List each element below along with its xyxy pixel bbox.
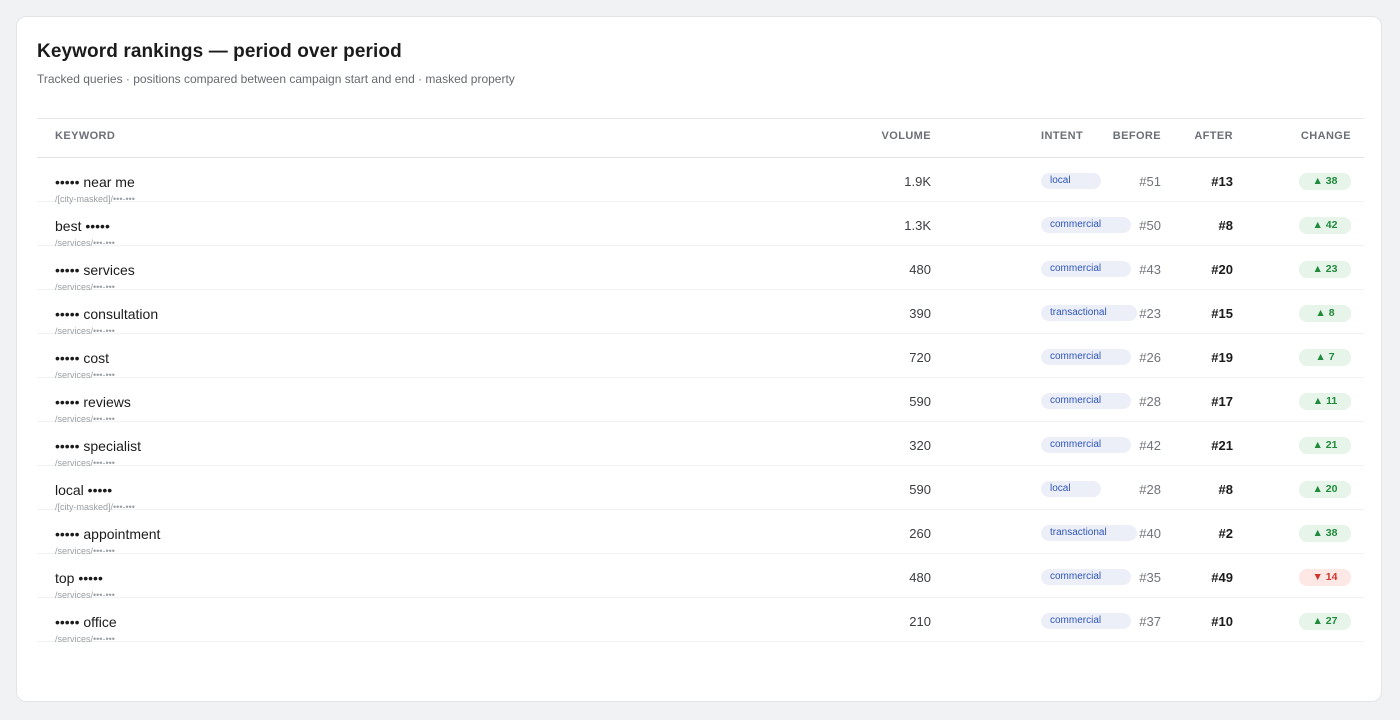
table-row[interactable]: ••••• appointment/services/•••-••• 260 tra… (37, 510, 1364, 556)
before-position: #43 (1139, 262, 1161, 277)
before-position: #42 (1139, 438, 1161, 453)
before-position: #23 (1139, 306, 1161, 321)
volume-value: 1.9K (904, 174, 931, 189)
before-position: #40 (1139, 526, 1161, 541)
table-row[interactable]: best •••••/services/•••-••• 1.3K commercia… (37, 202, 1364, 248)
change-badge: ▲ 8 (1299, 305, 1351, 322)
intent-badge: commercial (1041, 393, 1132, 409)
column-header-after[interactable]: AFTER (1194, 130, 1233, 142)
intent-badge: transactional (1041, 525, 1137, 541)
before-position: #28 (1139, 394, 1161, 409)
volume-value: 320 (909, 438, 931, 453)
change-badge: ▲ 7 (1299, 349, 1351, 366)
volume-value: 590 (909, 482, 931, 497)
table-row[interactable]: ••••• consultation/services/•••-••• 390 tr… (37, 290, 1364, 336)
intent-badge: commercial (1041, 569, 1132, 585)
column-header-volume[interactable]: VOLUME (882, 130, 931, 142)
column-header-change[interactable]: CHANGE (1301, 130, 1351, 142)
change-badge: ▼ 14 (1299, 569, 1351, 586)
after-position: #21 (1211, 438, 1233, 453)
after-position: #8 (1218, 218, 1233, 233)
keyword-text: ••••• reviews (55, 394, 131, 410)
table-row[interactable]: ••••• office/services/•••-••• 210 commerci… (37, 598, 1364, 644)
after-position: #10 (1211, 614, 1233, 629)
volume-value: 720 (909, 350, 931, 365)
volume-value: 480 (909, 570, 931, 585)
after-position: #8 (1218, 482, 1233, 497)
before-position: #37 (1139, 614, 1161, 629)
change-badge: ▲ 38 (1299, 525, 1351, 542)
change-badge: ▲ 21 (1299, 437, 1351, 454)
keyword-text: ••••• office (55, 614, 117, 630)
keyword-text: ••••• cost (55, 350, 110, 366)
volume-value: 1.3K (904, 218, 931, 233)
before-position: #35 (1139, 570, 1161, 585)
intent-badge: commercial (1041, 349, 1132, 365)
column-header-intent[interactable]: INTENT (1041, 130, 1083, 142)
rankings-card: Keyword rankings — period over period Tr… (16, 16, 1382, 702)
table-row[interactable]: ••••• services/services/•••-••• 480 commer… (37, 246, 1364, 292)
intent-badge: commercial (1041, 437, 1132, 453)
intent-badge: transactional (1041, 305, 1137, 321)
table-row[interactable]: ••••• near me/[city-masked]/•••-••• 1.9K l… (37, 158, 1364, 204)
keyword-text: ••••• services (55, 262, 135, 278)
change-badge: ▲ 23 (1299, 261, 1351, 278)
change-badge: ▲ 42 (1299, 217, 1351, 234)
volume-value: 210 (909, 614, 931, 629)
table-body: ••••• near me/[city-masked]/•••-••• 1.9K l… (37, 158, 1364, 644)
after-position: #2 (1218, 526, 1233, 541)
volume-value: 390 (909, 306, 931, 321)
after-position: #19 (1211, 350, 1233, 365)
change-badge: ▲ 38 (1299, 173, 1351, 190)
volume-value: 480 (909, 262, 931, 277)
column-header-keyword[interactable]: KEYWORD (55, 130, 115, 142)
intent-badge: local (1041, 481, 1101, 497)
table-row[interactable]: local •••••/[city-masked]/•••-••• 590 loca… (37, 466, 1364, 512)
after-position: #49 (1211, 570, 1233, 585)
keyword-text: local ••••• (55, 482, 113, 498)
keyword-text: ••••• specialist (55, 438, 141, 454)
change-badge: ▲ 27 (1299, 613, 1351, 630)
after-position: #15 (1211, 306, 1233, 321)
intent-badge: local (1041, 173, 1101, 189)
change-badge: ▲ 20 (1299, 481, 1351, 498)
table-row[interactable]: ••••• specialist/services/•••-••• 320 comm… (37, 422, 1364, 468)
table-row[interactable]: ••••• reviews/services/•••-••• 590 commerc… (37, 378, 1364, 424)
table-row[interactable]: ••••• cost/services/•••-••• 720 commercial… (37, 334, 1364, 380)
rankings-table: KEYWORD VOLUME INTENT BEFORE AFTER CHANG… (37, 118, 1364, 644)
change-badge: ▲ 11 (1299, 393, 1351, 410)
table-header: KEYWORD VOLUME INTENT BEFORE AFTER CHANG… (37, 118, 1364, 158)
volume-value: 590 (909, 394, 931, 409)
after-position: #17 (1211, 394, 1233, 409)
keyword-text: ••••• near me (55, 174, 135, 190)
table-row[interactable]: top •••••/services/•••-••• 480 commercial #… (37, 554, 1364, 600)
intent-badge: commercial (1041, 261, 1132, 277)
column-header-before[interactable]: BEFORE (1113, 130, 1161, 142)
keyword-text: best ••••• (55, 218, 110, 234)
before-position: #51 (1139, 174, 1161, 189)
keyword-path: /services/•••-••• (55, 634, 115, 644)
intent-badge: commercial (1041, 217, 1132, 233)
keyword-text: ••••• consultation (55, 306, 159, 322)
volume-value: 260 (909, 526, 931, 541)
page-title: Keyword rankings — period over period (37, 41, 402, 62)
after-position: #20 (1211, 262, 1233, 277)
after-position: #13 (1211, 174, 1233, 189)
keyword-text: ••••• appointment (55, 526, 161, 542)
before-position: #50 (1139, 218, 1161, 233)
before-position: #26 (1139, 350, 1161, 365)
keyword-text: top ••••• (55, 570, 103, 586)
page-subtitle: Tracked queries · positions compared bet… (37, 72, 515, 86)
before-position: #28 (1139, 482, 1161, 497)
intent-badge: commercial (1041, 613, 1132, 629)
